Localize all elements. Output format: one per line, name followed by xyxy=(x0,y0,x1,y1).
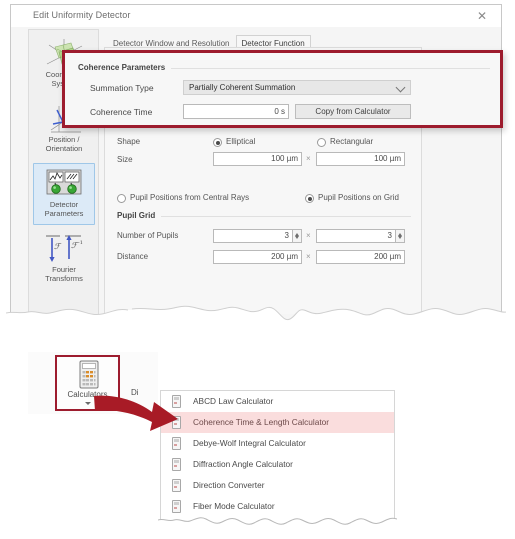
menu-item-label: Direction Converter xyxy=(193,480,265,490)
dialog-title: Edit Uniformity Detector xyxy=(33,10,131,20)
menu-item-diffraction-angle-calculator[interactable]: Diffraction Angle Calculator xyxy=(161,454,394,475)
number-of-pupils-y-input[interactable]: 3 xyxy=(316,229,396,243)
sidebar-item-label: Position / Orientation xyxy=(45,135,83,153)
size-row: Size xyxy=(117,152,133,168)
number-of-pupils-label: Number of Pupils xyxy=(117,231,179,240)
shape-label: Shape xyxy=(117,137,141,146)
shape-row: Shape xyxy=(117,134,140,150)
summation-type-value: Partially Coherent Summation xyxy=(189,83,296,92)
pupil-grid-group: Pupil Grid Number of Pupils 3 × 3 Distan… xyxy=(117,210,411,272)
radio-elliptical-label: Elliptical xyxy=(213,137,255,146)
close-icon[interactable]: ✕ xyxy=(473,9,491,24)
pointer-arrow xyxy=(94,395,178,431)
menu-item-debye-wolf-integral-calculator[interactable]: Debye-Wolf Integral Calculator xyxy=(161,433,394,454)
coherence-time-label: Coherence Time xyxy=(90,107,153,117)
menu-item-abcd-law-calculator[interactable]: ABCD Law Calculator xyxy=(161,391,394,412)
sidebar-item-fourier-transforms[interactable]: ℱ ℱ -1 Fourier Transforms xyxy=(33,228,95,290)
distance-x-input[interactable]: 200 µm xyxy=(213,250,302,264)
menu-item-label: Diffraction Angle Calculator xyxy=(193,459,293,469)
sidebar-item-label: Fourier Transforms xyxy=(45,265,83,283)
pupil-grid-title: Pupil Grid xyxy=(117,211,162,220)
number-of-pupils-x-stepper[interactable] xyxy=(293,229,302,243)
summation-type-select[interactable]: Partially Coherent Summation xyxy=(183,80,411,95)
menu-item-label: Coherence Time & Length Calculator xyxy=(193,417,330,427)
menu-item-label: Debye-Wolf Integral Calculator xyxy=(193,438,306,448)
calculator-item-icon xyxy=(172,458,181,471)
sidebar-item-detector-parameters[interactable]: Detector Parameters xyxy=(33,163,95,225)
radio-pupil-on-grid[interactable]: Pupil Positions on Grid xyxy=(305,192,399,203)
size-x-input[interactable]: 100 µm xyxy=(213,152,302,166)
coherence-parameters-title: Coherence Parameters xyxy=(78,63,172,72)
svg-text:ℱ: ℱ xyxy=(54,242,62,251)
size-y-input[interactable]: 100 µm xyxy=(316,152,405,166)
menu-item-coherence-time-length-calculator[interactable]: Coherence Time & Length Calculator xyxy=(161,412,394,433)
pupils-times-symbol: × xyxy=(306,231,311,240)
number-of-pupils-y-stepper[interactable] xyxy=(396,229,405,243)
number-of-pupils-x-input[interactable]: 3 xyxy=(213,229,293,243)
distance-times-symbol: × xyxy=(306,252,311,261)
sidebar-item-label: Detector Parameters xyxy=(44,200,84,218)
copy-from-calculator-button[interactable]: Copy from Calculator xyxy=(295,104,411,119)
number-of-pupils-row: Number of Pupils xyxy=(117,228,178,244)
chevron-down-icon xyxy=(395,82,406,93)
svg-text:-1: -1 xyxy=(78,240,83,246)
chevron-down-icon[interactable] xyxy=(84,402,91,405)
radio-pupil-from-central-rays[interactable]: Pupil Positions from Central Rays xyxy=(117,192,249,203)
menu-item-label: ABCD Law Calculator xyxy=(193,396,274,406)
coherence-parameters-header: Coherence Parameters xyxy=(78,62,490,72)
coherence-time-input[interactable]: 0 s xyxy=(183,104,289,119)
torn-paper-edge-dialog xyxy=(6,305,506,335)
radio-rectangular-label: Rectangular xyxy=(317,137,373,146)
distance-row: Distance xyxy=(117,249,148,265)
menu-item-direction-converter[interactable]: Direction Converter xyxy=(161,475,394,496)
size-times-symbol: × xyxy=(306,154,311,163)
fourier-transforms-icon: ℱ ℱ -1 xyxy=(46,235,83,262)
summation-type-label: Summation Type xyxy=(90,83,154,93)
radio-pupil-on-grid-label: Pupil Positions on Grid xyxy=(305,193,399,202)
radio-elliptical[interactable]: Elliptical xyxy=(213,136,255,147)
distance-y-input[interactable]: 200 µm xyxy=(316,250,405,264)
radio-rectangular[interactable]: Rectangular xyxy=(317,136,373,147)
radio-pupil-from-central-rays-label: Pupil Positions from Central Rays xyxy=(117,193,249,202)
calculator-icon xyxy=(79,360,99,389)
calculator-item-icon xyxy=(172,479,181,492)
size-label: Size xyxy=(117,155,133,164)
coherence-parameters-callout: Coherence Parameters Summation Type Part… xyxy=(62,50,503,128)
distance-label: Distance xyxy=(117,252,149,261)
detector-parameters-icon xyxy=(46,169,82,195)
dialog-titlebar: Edit Uniformity Detector ✕ xyxy=(11,5,501,27)
torn-paper-edge-menu xyxy=(158,517,397,536)
shape-group: Shape Elliptical Rectangular Size 100 µm… xyxy=(117,134,411,178)
